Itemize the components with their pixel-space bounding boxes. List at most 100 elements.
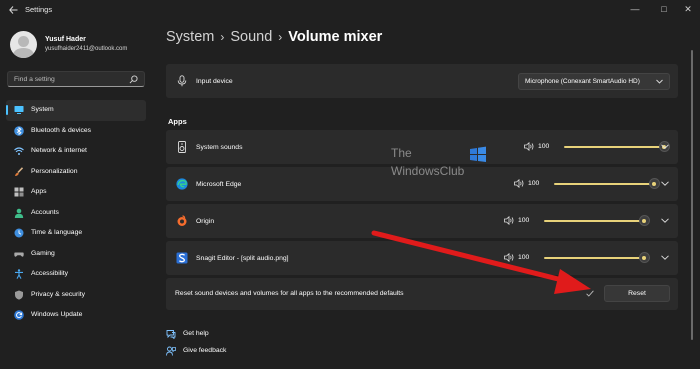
chevron-down-icon[interactable] bbox=[661, 181, 669, 186]
sidebar-item-label: Accessibility bbox=[31, 270, 69, 277]
bluetooth-icon bbox=[14, 125, 24, 136]
input-device-dropdown[interactable]: Microphone (Conexant SmartAudio HD) bbox=[518, 73, 670, 90]
watermark: The WindowsClub bbox=[391, 146, 491, 186]
user-name: Yusuf Hader bbox=[45, 36, 86, 43]
volume-slider-thumb[interactable] bbox=[638, 215, 650, 226]
checkmark-icon bbox=[586, 290, 594, 297]
sidebar-item-system[interactable]: System bbox=[6, 100, 146, 121]
sidebar-item-label: Accounts bbox=[31, 208, 59, 216]
apps-icon bbox=[14, 187, 24, 197]
sidebar-item-accounts[interactable]: Accounts bbox=[6, 203, 146, 224]
sidebar-item-gaming[interactable]: Gaming bbox=[6, 244, 146, 265]
sidebar-item-privacy-security[interactable]: Privacy & security bbox=[6, 285, 146, 306]
volume-slider-track[interactable] bbox=[564, 146, 664, 148]
apps-section-title: Apps bbox=[168, 117, 187, 126]
avatar-body-shape bbox=[13, 48, 34, 58]
app-name: System sounds bbox=[196, 144, 243, 151]
breadcrumb-separator: › bbox=[220, 30, 225, 44]
window-title: Settings bbox=[25, 5, 53, 14]
person-icon bbox=[14, 208, 24, 218]
dropdown-selected-value: Microphone (Conexant SmartAudio HD) bbox=[525, 78, 640, 85]
sidebar-item-label: Privacy & security bbox=[31, 290, 86, 298]
chevron-down-icon[interactable] bbox=[661, 218, 669, 223]
sidebar-nav: System Bluetooth & devices Network & int… bbox=[6, 100, 146, 326]
search-icon[interactable] bbox=[129, 75, 138, 84]
back-arrow-icon[interactable] bbox=[9, 6, 18, 14]
search-input[interactable] bbox=[14, 74, 126, 85]
watermark-line1: The bbox=[391, 146, 412, 160]
get-help-link[interactable]: Get help bbox=[166, 328, 236, 340]
windowsclub-logo-icon bbox=[470, 146, 486, 162]
sidebar-item-label: Bluetooth & devices bbox=[31, 126, 92, 134]
search-box[interactable] bbox=[7, 71, 145, 87]
scrollbar[interactable] bbox=[691, 50, 693, 340]
gamepad-icon bbox=[14, 252, 24, 257]
user-email: yusufhaider2411@outlook.com bbox=[45, 46, 128, 52]
reset-card: Reset sound devices and volumes for all … bbox=[166, 278, 678, 310]
sidebar-item-label: Apps bbox=[31, 188, 47, 195]
sidebar-item-apps[interactable]: Apps bbox=[6, 182, 146, 203]
sidebar-item-label: Time & language bbox=[31, 229, 83, 236]
minimize-button[interactable]: — bbox=[625, 2, 645, 16]
breadcrumb-separator: › bbox=[278, 30, 283, 44]
maximize-button[interactable]: □ bbox=[654, 2, 674, 16]
breadcrumb-sound[interactable]: Sound bbox=[230, 29, 272, 45]
volume-value: 100 bbox=[518, 217, 530, 224]
update-icon bbox=[14, 310, 24, 320]
sidebar-item-network[interactable]: Network & internet bbox=[6, 141, 146, 162]
help-icon bbox=[166, 330, 176, 339]
avatar[interactable] bbox=[10, 31, 37, 58]
reset-button[interactable]: Reset bbox=[604, 285, 670, 302]
sidebar: Yusuf Hader yusufhaider2411@outlook.com … bbox=[0, 20, 152, 369]
sidebar-item-time-language[interactable]: Time & language bbox=[6, 223, 146, 244]
app-name: Origin bbox=[196, 218, 215, 225]
origin-icon bbox=[177, 215, 187, 226]
volume-slider-thumb[interactable] bbox=[638, 252, 650, 263]
app-name: Microsoft Edge bbox=[196, 181, 242, 188]
app-row-origin: Origin 100 bbox=[166, 204, 678, 238]
volume-value: 100 bbox=[528, 180, 540, 187]
volume-value: 100 bbox=[518, 254, 530, 261]
volume-slider-track[interactable] bbox=[544, 257, 644, 259]
wifi-icon bbox=[14, 147, 24, 155]
chevron-down-icon bbox=[656, 79, 663, 84]
speaker-icon[interactable] bbox=[504, 253, 514, 262]
edge-icon bbox=[176, 178, 188, 190]
reset-description: Reset sound devices and volumes for all … bbox=[175, 290, 404, 297]
speaker-icon[interactable] bbox=[524, 142, 534, 151]
speaker-icon[interactable] bbox=[504, 216, 514, 225]
brush-icon bbox=[15, 166, 24, 176]
chevron-down-icon[interactable] bbox=[661, 144, 669, 149]
breadcrumb-system[interactable]: System bbox=[166, 29, 214, 45]
microphone-icon bbox=[177, 75, 187, 87]
feedback-icon bbox=[166, 346, 176, 356]
watermark-line2: WindowsClub bbox=[391, 164, 465, 178]
sidebar-item-label: Network & internet bbox=[31, 147, 87, 154]
sidebar-item-bluetooth[interactable]: Bluetooth & devices bbox=[6, 121, 146, 142]
globe-clock-icon bbox=[14, 228, 24, 238]
sidebar-item-label: Gaming bbox=[31, 249, 55, 257]
volume-slider-thumb[interactable] bbox=[648, 178, 660, 189]
chevron-down-icon[interactable] bbox=[661, 255, 669, 260]
breadcrumb: System › Sound › Volume mixer bbox=[166, 29, 382, 45]
app-row-snagit-editor: Snagit Editor - [split audio.png] 100 bbox=[166, 241, 678, 275]
volume-slider-track[interactable] bbox=[544, 220, 644, 222]
input-device-card: Input device Microphone (Conexant SmartA… bbox=[166, 64, 678, 98]
volume-value: 100 bbox=[538, 143, 550, 150]
speaker-icon[interactable] bbox=[514, 179, 524, 188]
display-icon bbox=[14, 106, 24, 114]
give-feedback-label: Give feedback bbox=[183, 347, 227, 354]
volume-slider-track[interactable] bbox=[554, 183, 654, 185]
snagit-icon bbox=[176, 252, 188, 264]
sidebar-item-label: Personalization bbox=[31, 167, 78, 175]
sidebar-item-accessibility[interactable]: Accessibility bbox=[6, 264, 146, 285]
sidebar-item-label: Windows Update bbox=[31, 311, 83, 318]
avatar-head-shape bbox=[18, 36, 29, 47]
sidebar-item-personalization[interactable]: Personalization bbox=[6, 162, 146, 183]
app-name: Snagit Editor - [split audio.png] bbox=[196, 255, 289, 262]
sidebar-item-windows-update[interactable]: Windows Update bbox=[6, 305, 146, 326]
close-button[interactable]: ✕ bbox=[678, 2, 698, 16]
speaker-device-icon bbox=[178, 141, 186, 153]
give-feedback-link[interactable]: Give feedback bbox=[166, 345, 246, 357]
shield-icon bbox=[15, 290, 23, 300]
